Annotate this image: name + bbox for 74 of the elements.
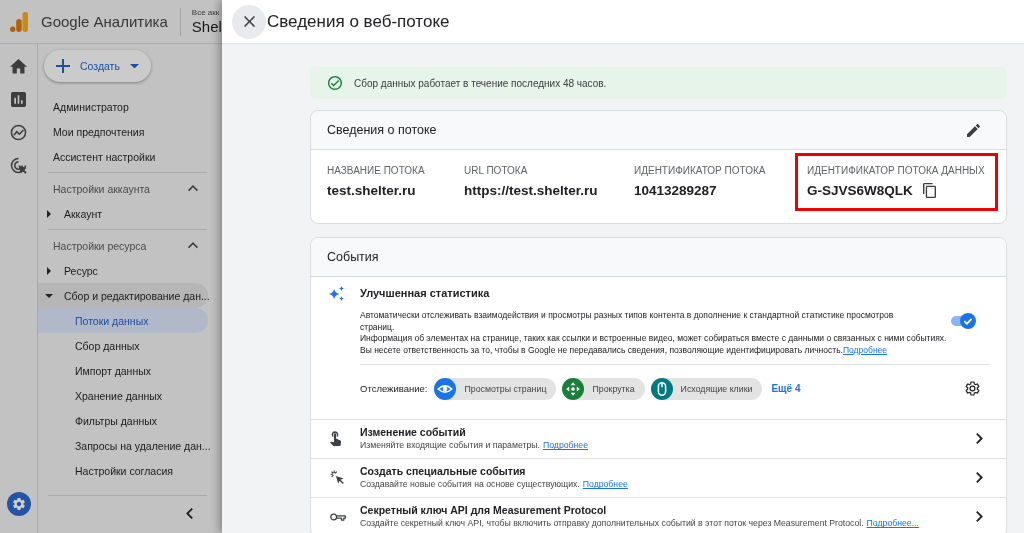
logo-icon: [10, 11, 28, 32]
field-label: НАЗВАНИЕ ПОТОКА: [327, 164, 426, 178]
panel-title: Сведения о веб-потоке: [267, 11, 450, 32]
home-icon[interactable]: [10, 59, 27, 74]
nav-section-header[interactable]: Настройки аккаунта: [38, 176, 208, 201]
section-title: Улучшенная статистика: [360, 286, 491, 300]
close-button[interactable]: [232, 4, 266, 39]
caret-down-icon: [130, 63, 139, 69]
field-label: ИДЕНТИФИКАТОР ПОТОКА ДАННЫХ: [807, 164, 986, 178]
nav-item[interactable]: Запросы на удаление дан...: [38, 433, 208, 458]
sparkle-icon: [329, 286, 344, 301]
chip-label: Прокрутка: [592, 383, 635, 394]
cursor-click-icon: [330, 470, 344, 486]
card-title: Сведения о потоке: [327, 123, 438, 137]
pencil-icon[interactable]: [967, 123, 980, 137]
row-description: Изменяйте входящие события и параметры. Подробнее: [360, 439, 589, 452]
description-text: Автоматически отслеживать взаимодействия и просмотры разных типов контента в дополнение к стандартной статистике просмотров страниц.: [360, 310, 895, 334]
learn-more-link[interactable]: Подробнее: [582, 479, 628, 490]
row-title: Секретный ключ API для Measurement Protocol: [360, 504, 608, 518]
nav-item[interactable]: Сбор и редактирование дан...: [38, 283, 208, 308]
touch-hand-icon: [330, 431, 341, 447]
close-icon: [243, 16, 255, 27]
chevron-left-icon[interactable]: [186, 507, 193, 519]
triangle-right-icon: [47, 266, 51, 275]
create-button[interactable]: Создать: [44, 50, 151, 82]
gear-icon[interactable]: [6, 492, 31, 516]
target-cursor-icon[interactable]: [10, 157, 27, 174]
field-label: ИДЕНТИФИКАТОР ПОТОКА: [634, 164, 767, 178]
field-value: G-SJVS6W8QLK: [807, 182, 913, 199]
nav-item[interactable]: Аккаунт: [38, 201, 208, 226]
card-title: События: [327, 250, 380, 264]
chip-label: Исходящие клики: [680, 383, 753, 394]
bar-chart-icon[interactable]: [11, 92, 26, 107]
tracking-label: Отслеживание:: [360, 383, 428, 395]
more-link[interactable]: Ещё 4: [771, 383, 801, 395]
nav-item[interactable]: Хранение данных: [38, 383, 208, 408]
account-name[interactable]: Shel: [191, 17, 222, 36]
chevron-right-icon[interactable]: [976, 472, 983, 484]
row-description: Создавайте новые события на основе существующих. Подробнее: [360, 478, 629, 491]
nav-item[interactable]: Администратор: [38, 94, 208, 119]
row-title: Создать специальные события: [360, 465, 527, 479]
plus-icon: [56, 59, 70, 73]
product-name: Google Аналитика: [41, 13, 168, 30]
nav-section-header[interactable]: Настройки ресурса: [38, 233, 208, 258]
nav-item[interactable]: Настройки согласия: [38, 458, 208, 483]
nav-item[interactable]: Потоки данных: [38, 308, 208, 333]
row-description: Создайте секретный ключ API, чтобы включить отправку дополнительных событий в этот поток через Measurement Protocol. Подробнее...: [360, 517, 920, 530]
key-icon: [330, 512, 346, 521]
copy-icon[interactable]: [922, 183, 936, 198]
chevron-right-icon[interactable]: [976, 433, 983, 445]
nav-item[interactable]: Сбор данных: [38, 333, 208, 358]
nav-item[interactable]: Импорт данных: [38, 358, 208, 383]
chart-circle-icon[interactable]: [10, 124, 27, 141]
chip-label: Просмотры страниц: [464, 383, 547, 394]
nav-item[interactable]: Мои предпочтения: [38, 119, 208, 144]
learn-more-link[interactable]: Подробнее: [542, 440, 588, 451]
triangle-down-icon: [45, 293, 53, 298]
toggle-switch[interactable]: [950, 313, 976, 329]
field-label: URL ПОТОКА: [464, 164, 529, 178]
field-value: https://test.shelter.ru: [464, 182, 598, 199]
row-title: Изменение событий: [360, 426, 467, 440]
account-label: Все акк: [191, 7, 220, 18]
nav-item[interactable]: Фильтры данных: [38, 408, 208, 433]
chevron-right-icon[interactable]: [976, 511, 983, 523]
triangle-right-icon: [47, 209, 51, 218]
note-text: Информация об элементах на странице, таких как ссылки и встроенные видео, может собираться вместе с данными о связанных с ними событиях. Вы несете ответственность за то, чтобы в Google не передавались сведения, позволяющие идентифицировать личность.Подробнее: [360, 333, 948, 357]
nav-item[interactable]: Ресурс: [38, 258, 208, 283]
field-value: test.shelter.ru: [327, 182, 416, 199]
status-text: Сбор данных работает в течение последних 48 часов.: [354, 77, 607, 89]
field-value: 10413289287: [634, 182, 717, 199]
nav-item[interactable]: Ассистент настройки: [38, 144, 208, 169]
learn-more-link[interactable]: Подробнее...: [866, 518, 919, 529]
settings-icon[interactable]: [965, 381, 980, 397]
learn-more-link[interactable]: Подробнее: [842, 345, 888, 356]
